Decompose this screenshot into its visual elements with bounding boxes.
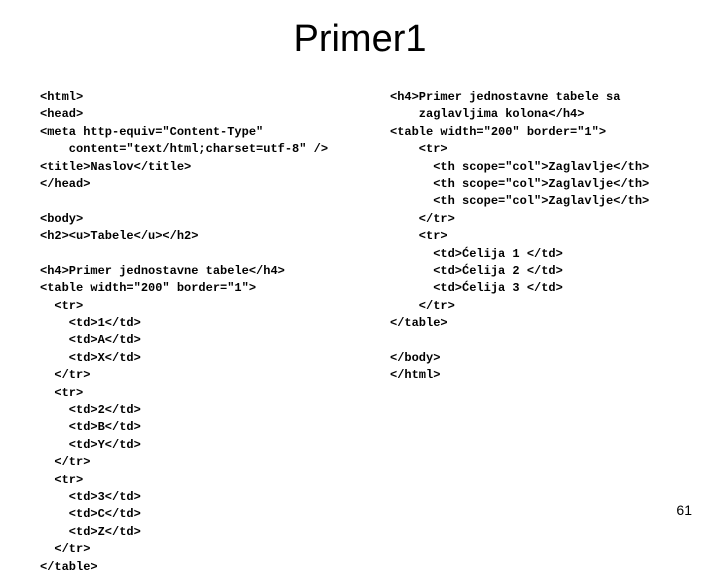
- page-title: Primer1: [40, 18, 680, 61]
- slide: Primer1 <html> <head> <meta http-equiv="…: [0, 0, 720, 540]
- code-right-column: <h4>Primer jednostavne tabele sa zaglavl…: [390, 89, 680, 576]
- code-left-column: <html> <head> <meta http-equiv="Content-…: [40, 89, 330, 576]
- code-columns: <html> <head> <meta http-equiv="Content-…: [40, 89, 680, 576]
- slide-number: 61: [676, 502, 692, 518]
